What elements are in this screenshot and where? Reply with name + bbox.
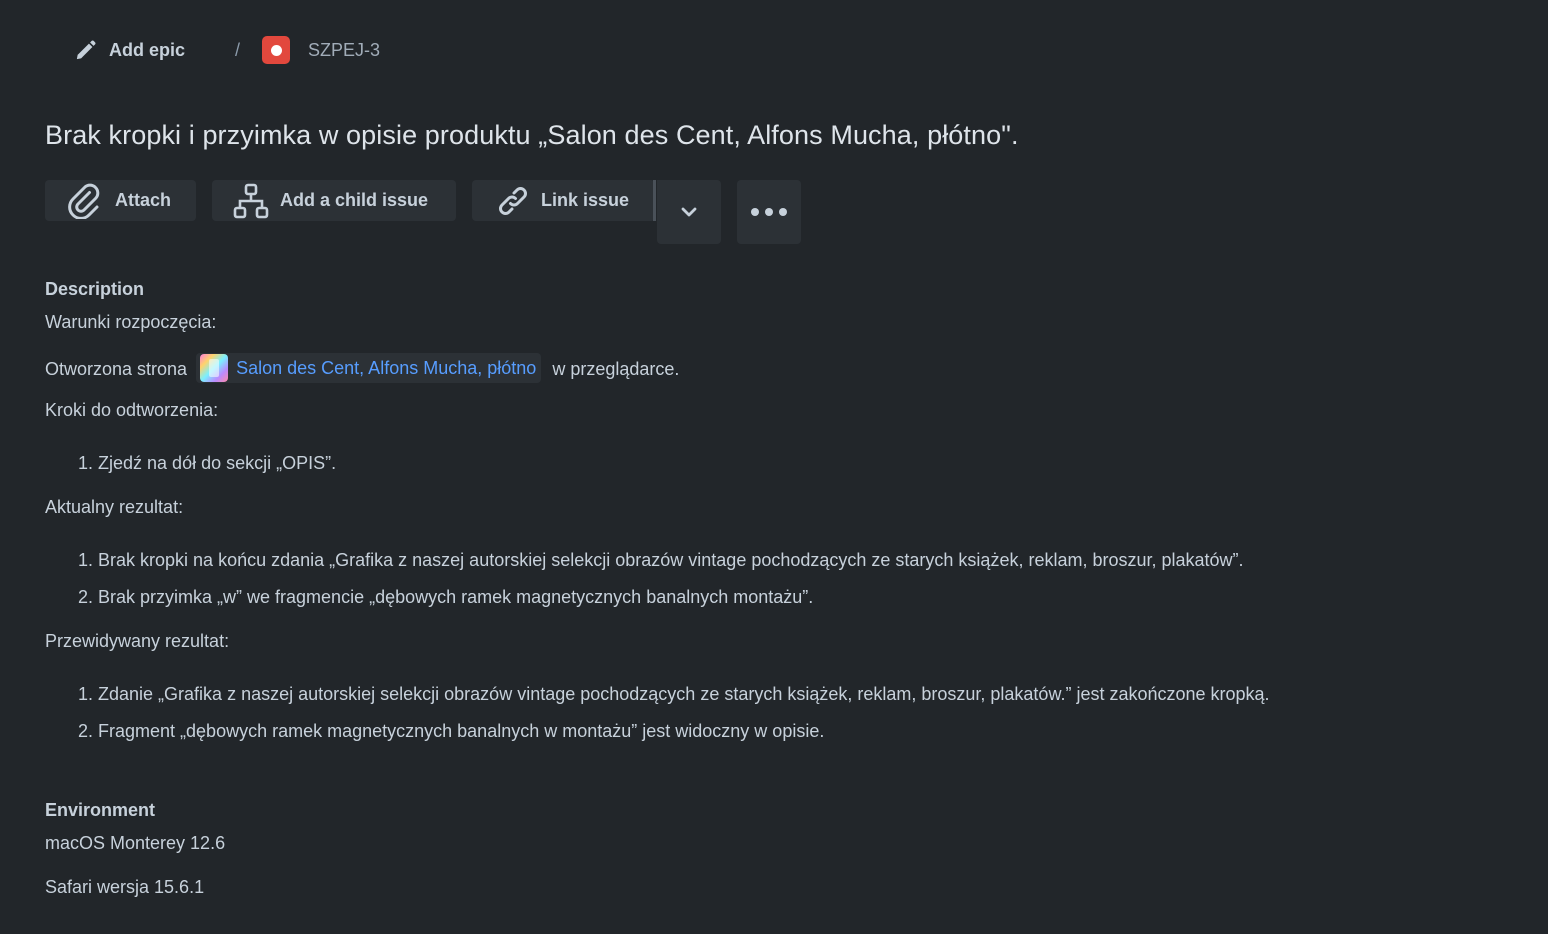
list-item: 2. Brak przyimka „w” we fragmencie „dębo… — [45, 586, 1244, 623]
opened-prefix: Otworzona strona — [45, 358, 188, 379]
list-text: Brak kropki na końcu zdania „Grafika z n… — [98, 550, 1244, 570]
list-number: 1. — [77, 684, 93, 704]
issue-title[interactable]: Brak kropki i przyimka w opisie produktu… — [45, 120, 1019, 151]
preconditions-label: Warunki rozpoczęcia: — [45, 312, 217, 332]
steps-list: 1. Zjedź na dół do sekcji „OPIS”. — [45, 452, 336, 489]
chevron-down-icon — [681, 207, 697, 217]
breadcrumb: Add epic / SZPEJ-3 — [74, 34, 380, 66]
list-text: Brak przyimka „w” we fragmencie „dębowyc… — [98, 587, 814, 607]
product-smart-link[interactable]: Salon des Cent, Alfons Mucha, płótno — [196, 353, 542, 383]
expected-label: Przewidywany rezultat: — [45, 631, 230, 651]
paperclip-icon — [68, 183, 100, 219]
environment-heading: Environment — [45, 800, 156, 820]
list-text: Fragment „dębowych ramek magnetycznych b… — [98, 721, 825, 741]
issue-key: SZPEJ-3 — [308, 39, 381, 60]
opened-page-line: Otworzona strona Salon des Cent, Alfons … — [45, 353, 680, 385]
link-issue-button[interactable]: Link issue — [472, 180, 655, 221]
link-issue-label: Link issue — [541, 190, 630, 210]
list-item: 1. Zjedź na dół do sekcji „OPIS”. — [45, 452, 336, 489]
add-epic-label: Add epic — [109, 39, 186, 60]
opened-suffix: w przeglądarce. — [552, 358, 680, 379]
list-number: 2. — [77, 721, 93, 741]
issue-key-link[interactable]: SZPEJ-3 — [262, 36, 380, 64]
expected-list: 1. Zdanie „Grafika z naszej autorskiej s… — [45, 683, 1270, 757]
actual-list: 1. Brak kropki na końcu zdania „Grafika … — [45, 549, 1244, 623]
steps-label: Kroki do odtworzenia: — [45, 400, 219, 420]
add-child-issue-label: Add a child issue — [280, 190, 429, 210]
description-heading: Description — [45, 279, 145, 299]
bug-icon — [262, 36, 291, 64]
breadcrumb-separator: / — [235, 39, 241, 60]
list-text: Zjedź na dół do sekcji „OPIS”. — [98, 453, 337, 473]
pencil-icon — [76, 39, 96, 59]
issue-view: Add epic / SZPEJ-3 Brak kropki i przyimk… — [0, 0, 1548, 934]
add-child-issue-button[interactable]: Add a child issue — [212, 180, 456, 221]
list-item: 1. Brak kropki na końcu zdania „Grafika … — [45, 549, 1244, 586]
more-icon — [751, 208, 787, 216]
list-number: 1. — [77, 453, 93, 473]
split-button-divider — [653, 180, 656, 221]
environment-browser: Safari wersja 15.6.1 — [45, 877, 205, 897]
add-epic-button[interactable]: Add epic — [74, 39, 185, 62]
product-favicon-icon — [200, 354, 229, 382]
attach-label: Attach — [115, 190, 172, 210]
list-item: 1. Zdanie „Grafika z naszej autorskiej s… — [45, 683, 1270, 720]
list-number: 1. — [77, 550, 93, 570]
list-item: 2. Fragment „dębowych ramek magnetycznyc… — [45, 720, 1270, 757]
attach-button[interactable]: Attach — [45, 180, 196, 221]
list-number: 2. — [77, 587, 93, 607]
product-link-text: Salon des Cent, Alfons Mucha, płótno — [236, 358, 537, 378]
environment-os: macOS Monterey 12.6 — [45, 833, 226, 853]
list-text: Zdanie „Grafika z naszej autorskiej sele… — [98, 684, 1270, 704]
hierarchy-icon — [233, 183, 269, 218]
link-issue-dropdown-button[interactable] — [657, 180, 721, 244]
more-actions-button[interactable] — [737, 180, 801, 244]
actual-label: Aktualny rezultat: — [45, 497, 184, 517]
link-icon — [499, 186, 527, 215]
